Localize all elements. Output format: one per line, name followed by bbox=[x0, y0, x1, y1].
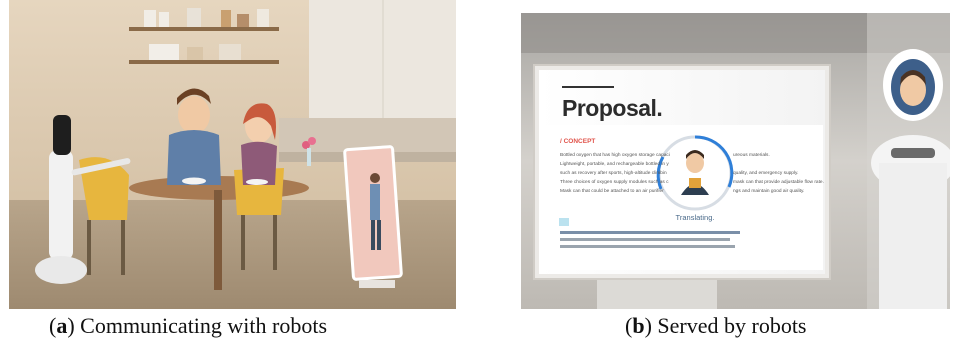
scene-served-image bbox=[521, 13, 950, 309]
caption-a-letter: a bbox=[56, 313, 68, 338]
slide-title: Proposal. bbox=[562, 95, 663, 121]
slide-line: Three choices of oxygen supply modules s… bbox=[560, 180, 669, 185]
caption-a: (a) Communicating with robots bbox=[49, 313, 328, 338]
panel-b-image: Proposal. / CONCEPT Bottled oxygen that … bbox=[521, 13, 950, 309]
slide-line: such as recovery after sports, high-alti… bbox=[560, 171, 667, 176]
slide-concept-heading: / CONCEPT bbox=[560, 138, 596, 145]
slide-line-right: quality, and emergency supply. bbox=[733, 171, 799, 176]
translating-status: Translating. bbox=[675, 213, 715, 222]
slide-line: Bottled oxygen that has high oxygen stor… bbox=[560, 153, 670, 158]
caption-a-text: Communicating with robots bbox=[74, 313, 328, 338]
slide-line-right: mask can that provide adjustable flow ra… bbox=[733, 180, 824, 185]
slide-line-right: ureous materials. bbox=[733, 153, 770, 158]
panel-a-image bbox=[9, 0, 456, 309]
caption-b: (b) Served by robots bbox=[625, 313, 807, 338]
slide-line: Mask can that could be attached to an ai… bbox=[560, 189, 664, 194]
slide-line: Lightweight, portable, and rechargeable … bbox=[560, 162, 669, 167]
slide-line-right: ngs and maintain good air quality. bbox=[733, 189, 805, 194]
scene-communicating-image bbox=[9, 0, 456, 309]
caption-b-text: Served by robots bbox=[651, 313, 807, 338]
caption-b-letter: b bbox=[632, 313, 645, 338]
